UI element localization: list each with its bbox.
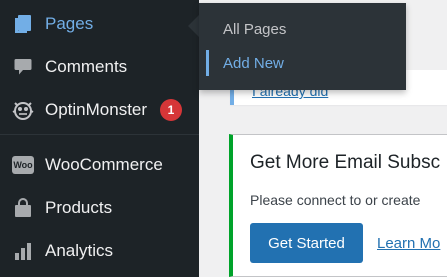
email-subscribers-notice: Get More Email Subsc Please connect to o… <box>229 134 447 277</box>
submenu-all-pages[interactable]: All Pages <box>199 13 406 45</box>
submenu-item-label: Add New <box>223 54 284 72</box>
sidebar-item-optinmonster[interactable]: OptinMonster 1 <box>0 93 199 127</box>
optinmonster-icon <box>11 98 35 122</box>
notification-badge: 1 <box>160 99 182 121</box>
sidebar-item-label: Pages <box>45 14 94 33</box>
flyout-pointer <box>188 15 199 37</box>
learn-more-link[interactable]: Learn Mo <box>377 235 440 252</box>
sidebar-item-comments[interactable]: Comments <box>0 50 199 84</box>
sidebar-item-label: Analytics <box>45 241 114 260</box>
wp-admin-screen: Pages Comments OptinMonster 1 Woo WooCom… <box>0 0 447 277</box>
admin-sidebar: Pages Comments OptinMonster 1 Woo WooCom… <box>0 0 199 277</box>
submenu-item-label: All Pages <box>223 20 287 38</box>
woocommerce-icon: Woo <box>11 153 35 177</box>
products-icon <box>11 196 35 220</box>
sidebar-divider <box>0 134 199 135</box>
comments-icon <box>11 55 35 79</box>
sidebar-item-label: OptinMonster <box>45 100 148 119</box>
pages-icon <box>11 12 35 36</box>
pages-submenu-flyout: All Pages Add New <box>199 3 406 90</box>
analytics-icon <box>11 239 35 263</box>
sidebar-item-label: Products <box>45 198 113 217</box>
sidebar-item-label: WooCommerce <box>45 155 163 174</box>
notice-description: Please connect to or create <box>250 192 421 208</box>
notice-title: Get More Email Subsc <box>250 152 441 173</box>
sidebar-item-woocommerce[interactable]: Woo WooCommerce <box>0 148 199 182</box>
get-started-button[interactable]: Get Started <box>250 223 363 263</box>
sidebar-item-pages[interactable]: Pages <box>0 7 199 41</box>
sidebar-item-label: Comments <box>45 57 128 76</box>
submenu-add-new[interactable]: Add New <box>199 47 406 79</box>
sidebar-item-analytics[interactable]: Analytics <box>0 234 199 268</box>
sidebar-item-products[interactable]: Products <box>0 191 199 225</box>
